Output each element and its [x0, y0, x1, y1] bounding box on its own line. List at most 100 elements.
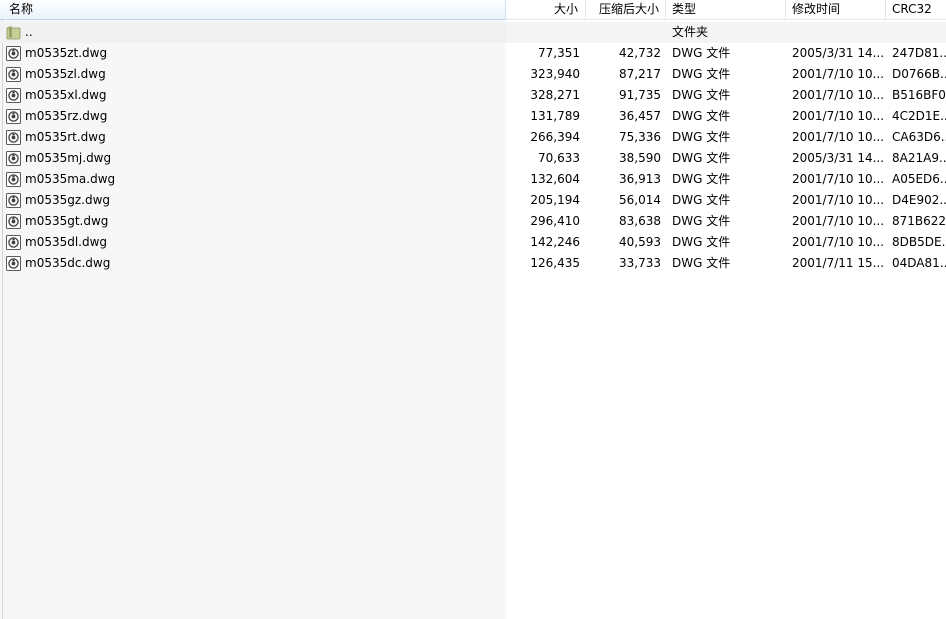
file-packed-size: 42,732 — [619, 46, 661, 60]
file-size: 142,246 — [530, 235, 580, 249]
file-name-cell: m0535dc.dwg — [6, 253, 506, 274]
file-modified: 2005/3/31 14... — [792, 46, 884, 60]
file-crc32: A05ED6... — [892, 172, 946, 186]
file-row[interactable]: m0535gz.dwg 205,194 56,014 DWG 文件 2001/7… — [0, 190, 946, 211]
file-modified: 2001/7/10 10... — [792, 67, 884, 81]
file-type: DWG 文件 — [672, 235, 731, 249]
file-modified: 2001/7/10 10... — [792, 235, 884, 249]
file-type: DWG 文件 — [672, 109, 731, 123]
file-type: DWG 文件 — [672, 88, 731, 102]
column-header-modified[interactable]: 修改时间 — [786, 0, 886, 20]
file-modified: 2001/7/10 10... — [792, 130, 884, 144]
file-type: DWG 文件 — [672, 193, 731, 207]
column-header-name[interactable]: 名称 — [0, 0, 506, 20]
dwg-file-icon — [6, 130, 21, 145]
file-name: m0535zl.dwg — [25, 67, 106, 81]
file-row[interactable]: m0535ma.dwg 132,604 36,913 DWG 文件 2001/7… — [0, 169, 946, 190]
column-header-crc32[interactable]: CRC32 — [886, 0, 946, 20]
parent-type-cell: 文件夹 — [672, 25, 709, 39]
column-header-type[interactable]: 类型 — [666, 0, 786, 20]
file-list: .. 文件夹 m0535zt.dwg 77,351 42,732 DWG 文件 … — [0, 22, 946, 274]
file-packed-size: 75,336 — [619, 130, 661, 144]
file-row[interactable]: m0535zt.dwg 77,351 42,732 DWG 文件 2005/3/… — [0, 43, 946, 64]
dwg-file-icon — [6, 67, 21, 82]
dwg-file-icon — [6, 151, 21, 166]
file-size: 126,435 — [530, 256, 580, 270]
file-name: m0535rt.dwg — [25, 130, 106, 144]
file-crc32: 4C2D1E... — [892, 109, 946, 123]
file-size: 296,410 — [530, 214, 580, 228]
dwg-file-icon — [6, 88, 21, 103]
file-row[interactable]: m0535rt.dwg 266,394 75,336 DWG 文件 2001/7… — [0, 127, 946, 148]
file-packed-size: 38,590 — [619, 151, 661, 165]
dwg-file-icon — [6, 109, 21, 124]
file-size: 70,633 — [538, 151, 580, 165]
dwg-file-icon — [6, 172, 21, 187]
dwg-file-icon — [6, 256, 21, 271]
file-type: DWG 文件 — [672, 130, 731, 144]
file-name: m0535gt.dwg — [25, 214, 109, 228]
folder-icon — [6, 26, 21, 40]
file-name: m0535xl.dwg — [25, 88, 107, 102]
parent-folder-label: .. — [25, 25, 33, 39]
file-name: m0535ma.dwg — [25, 172, 116, 186]
file-name-cell: m0535zt.dwg — [6, 43, 506, 64]
file-type: DWG 文件 — [672, 46, 731, 60]
file-row[interactable]: m0535rz.dwg 131,789 36,457 DWG 文件 2001/7… — [0, 106, 946, 127]
file-packed-size: 91,735 — [619, 88, 661, 102]
file-modified: 2001/7/10 10... — [792, 109, 884, 123]
file-type: DWG 文件 — [672, 214, 731, 228]
file-type: DWG 文件 — [672, 172, 731, 186]
file-name-cell: m0535xl.dwg — [6, 85, 506, 106]
file-size: 132,604 — [530, 172, 580, 186]
file-size: 205,194 — [530, 193, 580, 207]
file-row[interactable]: m0535xl.dwg 328,271 91,735 DWG 文件 2001/7… — [0, 85, 946, 106]
file-name-cell: m0535gt.dwg — [6, 211, 506, 232]
column-header-packed-size[interactable]: 压缩后大小 — [586, 0, 666, 20]
file-type: DWG 文件 — [672, 256, 731, 270]
file-name: m0535zt.dwg — [25, 46, 108, 60]
file-row[interactable]: m0535gt.dwg 296,410 83,638 DWG 文件 2001/7… — [0, 211, 946, 232]
dwg-file-icon — [6, 46, 21, 61]
file-crc32: D0766B... — [892, 67, 946, 81]
file-modified: 2001/7/10 10... — [792, 172, 884, 186]
file-packed-size: 36,913 — [619, 172, 661, 186]
file-crc32: D4E902... — [892, 193, 946, 207]
file-crc32: 247D81... — [892, 46, 946, 60]
file-size: 77,351 — [538, 46, 580, 60]
column-header-size[interactable]: 大小 — [506, 0, 586, 20]
file-name-cell: m0535rz.dwg — [6, 106, 506, 127]
file-crc32: B516BF0F — [892, 88, 946, 102]
file-packed-size: 56,014 — [619, 193, 661, 207]
file-name-cell: m0535ma.dwg — [6, 169, 506, 190]
file-name: m0535dc.dwg — [25, 256, 111, 270]
file-modified: 2001/7/11 15... — [792, 256, 884, 270]
file-row[interactable]: m0535mj.dwg 70,633 38,590 DWG 文件 2005/3/… — [0, 148, 946, 169]
file-size: 131,789 — [530, 109, 580, 123]
file-row[interactable]: m0535dl.dwg 142,246 40,593 DWG 文件 2001/7… — [0, 232, 946, 253]
file-name: m0535dl.dwg — [25, 235, 108, 249]
file-crc32: 04DA81... — [892, 256, 946, 270]
file-name: m0535rz.dwg — [25, 109, 108, 123]
file-modified: 2001/7/10 10... — [792, 214, 884, 228]
file-name: m0535mj.dwg — [25, 151, 112, 165]
dwg-file-icon — [6, 235, 21, 250]
file-type: DWG 文件 — [672, 151, 731, 165]
file-crc32: 8DB5DE... — [892, 235, 946, 249]
file-modified: 2001/7/10 10... — [792, 193, 884, 207]
file-name-cell: m0535mj.dwg — [6, 148, 506, 169]
file-size: 323,940 — [530, 67, 580, 81]
file-packed-size: 40,593 — [619, 235, 661, 249]
file-name-cell: m0535gz.dwg — [6, 190, 506, 211]
file-crc32: 8A21A9... — [892, 151, 946, 165]
file-row[interactable]: m0535dc.dwg 126,435 33,733 DWG 文件 2001/7… — [0, 253, 946, 274]
dwg-file-icon — [6, 214, 21, 229]
file-row[interactable]: m0535zl.dwg 323,940 87,217 DWG 文件 2001/7… — [0, 64, 946, 85]
file-name-cell: m0535zl.dwg — [6, 64, 506, 85]
file-crc32: CA63D6... — [892, 130, 946, 144]
file-packed-size: 33,733 — [619, 256, 661, 270]
parent-folder-row[interactable]: .. 文件夹 — [0, 22, 946, 43]
file-packed-size: 87,217 — [619, 67, 661, 81]
dwg-file-icon — [6, 193, 21, 208]
file-size: 266,394 — [530, 130, 580, 144]
